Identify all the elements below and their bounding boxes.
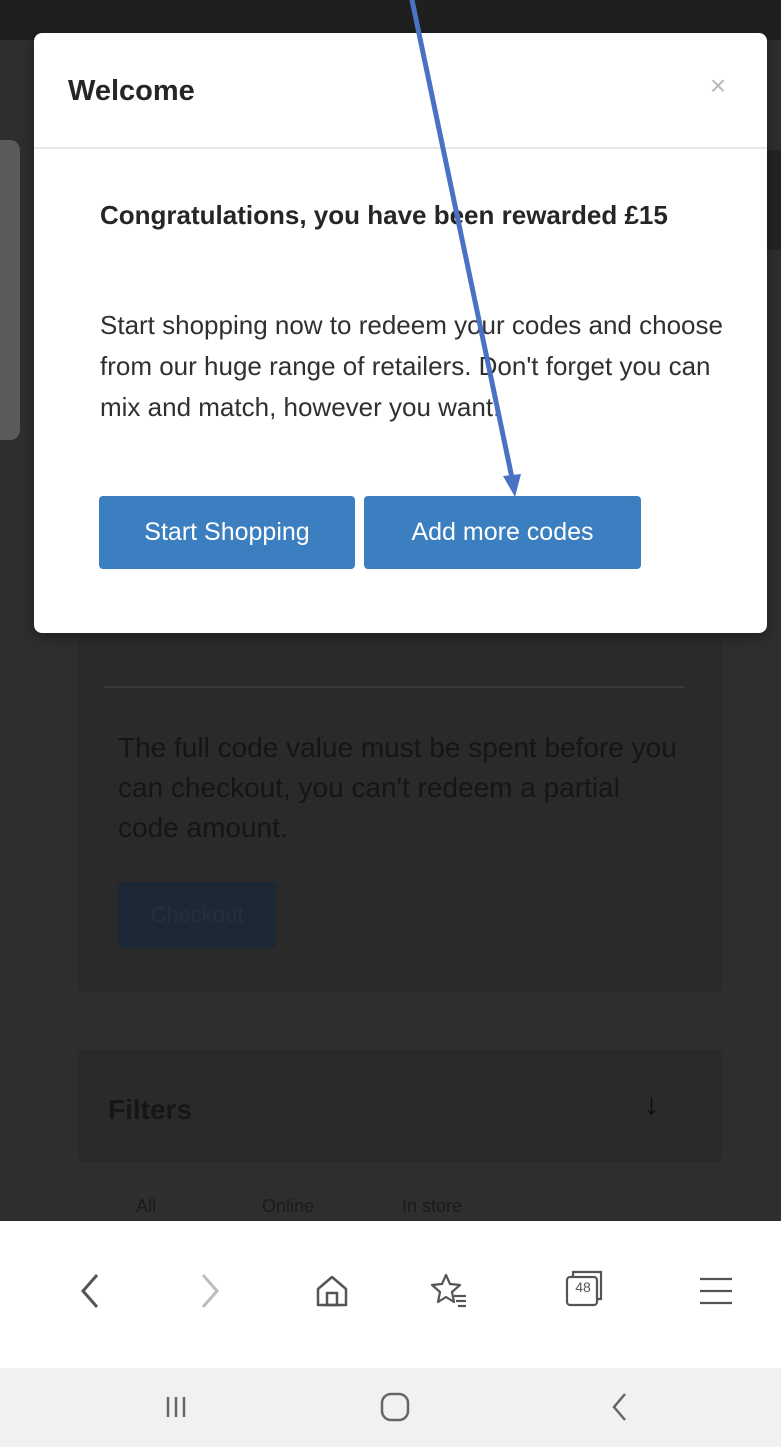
reward-heading: Congratulations, you have been rewarded … [100, 200, 668, 230]
back-icon[interactable] [60, 1261, 120, 1321]
filters-panel[interactable]: Filters ↓ [78, 1050, 722, 1162]
filters-label: Filters [108, 1094, 193, 1125]
code-summary-card: The full code value must be spent before… [78, 636, 722, 991]
menu-icon[interactable] [686, 1261, 746, 1321]
filter-tab-online[interactable]: Online [262, 1196, 314, 1217]
modal-header: Welcome × [34, 33, 767, 149]
checkout-button[interactable]: Checkout [118, 882, 276, 948]
welcome-modal: Welcome × Congratulations, you have been… [34, 33, 767, 633]
recent-apps-icon[interactable] [146, 1382, 206, 1432]
bookmarks-icon[interactable] [420, 1261, 480, 1321]
close-icon[interactable]: × [701, 69, 735, 103]
start-shopping-button[interactable]: Start Shopping [99, 496, 355, 569]
tab-count: 48 [575, 1279, 591, 1295]
forward-icon[interactable] [180, 1261, 240, 1321]
divider [104, 686, 684, 688]
add-more-codes-button[interactable]: Add more codes [364, 496, 641, 569]
reward-message: Start shopping now to redeem your codes … [100, 310, 723, 422]
tabs-icon[interactable]: 48 [553, 1261, 613, 1321]
system-back-icon[interactable] [590, 1382, 650, 1432]
code-spend-note: The full code value must be spent before… [118, 732, 677, 843]
system-home-icon[interactable] [365, 1382, 425, 1432]
arrow-down-icon[interactable]: ↓ [644, 1088, 659, 1122]
side-tab [0, 140, 20, 440]
system-navigation-bar [0, 1368, 781, 1447]
filter-tab-in-store[interactable]: In store [402, 1196, 462, 1217]
filter-tab-all[interactable]: All [136, 1196, 156, 1217]
modal-title: Welcome [68, 75, 195, 107]
home-icon[interactable] [302, 1261, 362, 1321]
browser-toolbar: 48 [0, 1221, 781, 1368]
